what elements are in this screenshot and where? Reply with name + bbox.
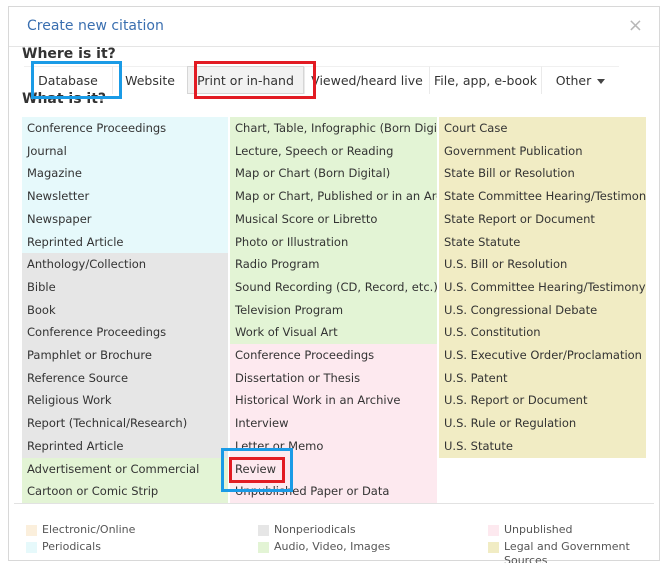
source-type-item[interactable]: Book	[22, 298, 228, 322]
source-type-item[interactable]: Photo or Illustration	[230, 230, 437, 254]
dialog-header: Create new citation ×	[9, 7, 659, 47]
source-type-item[interactable]: Television Program	[230, 298, 437, 322]
source-type-item[interactable]: U.S. Congressional Debate	[439, 298, 646, 322]
source-type-item[interactable]: Map or Chart (Born Digital)	[230, 162, 437, 186]
source-type-item[interactable]: Magazine	[22, 162, 228, 186]
legend-label: Periodicals	[42, 540, 101, 553]
tab-website[interactable]: Website	[112, 66, 187, 94]
tab-other-label: Other	[555, 73, 592, 88]
source-type-item[interactable]: Journal	[22, 139, 228, 163]
source-type-item[interactable]: State Statute	[439, 230, 646, 254]
legend-item: Unpublished	[488, 523, 573, 537]
dialog-title: Create new citation	[27, 18, 164, 34]
source-type-item[interactable]: U.S. Report or Document	[439, 389, 646, 413]
legend-swatch	[26, 525, 37, 536]
legend-item: Legal and Government Sources	[488, 540, 654, 563]
source-type-item[interactable]: Anthology/Collection	[22, 253, 228, 277]
source-type-item[interactable]: Advertisement or Commercial	[22, 457, 228, 481]
tab-other[interactable]: Other	[541, 66, 619, 94]
source-type-item[interactable]: Religious Work	[22, 389, 228, 413]
source-type-item[interactable]: U.S. Executive Order/Proclamation	[439, 344, 646, 367]
source-type-item[interactable]: Radio Program	[230, 253, 437, 277]
tab-database[interactable]: Database	[24, 66, 112, 94]
source-type-item[interactable]: Conference Proceedings	[22, 117, 228, 140]
source-type-item[interactable]: Lecture, Speech or Reading	[230, 139, 437, 163]
legend-swatch	[26, 542, 37, 553]
tab-file-app-ebook[interactable]: File, app, e-book	[429, 66, 541, 94]
legend-label: Unpublished	[504, 523, 573, 536]
source-type-item[interactable]: Reference Source	[22, 366, 228, 390]
source-type-item[interactable]: Bible	[22, 275, 228, 299]
source-type-item[interactable]: Sound Recording (CD, Record, etc.)	[230, 275, 437, 299]
source-type-item[interactable]: Letter or Memo	[230, 434, 437, 458]
source-type-item[interactable]: U.S. Patent	[439, 366, 646, 390]
source-type-item[interactable]: Chart, Table, Infographic (Born Digital)	[230, 117, 437, 140]
legend-swatch	[488, 542, 499, 553]
source-type-item[interactable]: U.S. Constitution	[439, 321, 646, 345]
close-icon[interactable]: ×	[628, 15, 643, 36]
source-type-item[interactable]: Work of Visual Art	[230, 321, 437, 345]
tab-viewed-heard-live[interactable]: Viewed/heard live	[304, 66, 429, 94]
source-type-item[interactable]: Report (Technical/Research)	[22, 412, 228, 436]
source-type-item[interactable]: Dissertation or Thesis	[230, 366, 437, 390]
source-type-item[interactable]: Conference Proceedings	[230, 344, 437, 367]
source-location-tabs: Database Website Print or in-hand Viewed…	[24, 66, 619, 94]
legend-item: Audio, Video, Images	[258, 540, 390, 554]
category-legend: Electronic/Online Nonperiodicals Unpublish…	[14, 503, 654, 563]
legend-swatch	[488, 525, 499, 536]
source-type-item[interactable]: Conference Proceedings	[22, 321, 228, 345]
source-type-item[interactable]: U.S. Bill or Resolution	[439, 253, 646, 277]
legend-item: Nonperiodicals	[258, 523, 356, 537]
source-type-item[interactable]: Cartoon or Comic Strip	[22, 480, 228, 504]
source-type-item[interactable]: Reprinted Article	[22, 230, 228, 254]
legend-item: Periodicals	[26, 540, 101, 554]
source-type-item[interactable]: Map or Chart, Published or in an Archive	[230, 185, 437, 209]
source-type-item[interactable]: Historical Work in an Archive	[230, 389, 437, 413]
source-type-item[interactable]: Court Case	[439, 117, 646, 140]
source-type-item[interactable]: Newsletter	[22, 185, 228, 209]
caret-down-icon	[597, 79, 606, 84]
where-label: Where is it?	[22, 46, 116, 62]
source-type-item[interactable]: U.S. Statute	[439, 434, 646, 458]
source-type-item[interactable]: Government Publication	[439, 139, 646, 163]
source-type-item[interactable]: Review	[230, 457, 437, 481]
source-type-item[interactable]: State Committee Hearing/Testimony	[439, 185, 646, 209]
legend-swatch	[258, 525, 269, 536]
source-type-item[interactable]: Newspaper	[22, 207, 228, 231]
source-type-item[interactable]: Pamphlet or Brochure	[22, 344, 228, 367]
what-label: What is it?	[22, 91, 107, 107]
source-type-item[interactable]: Reprinted Article	[22, 434, 228, 458]
source-type-item[interactable]: State Report or Document	[439, 207, 646, 231]
legend-label: Audio, Video, Images	[274, 540, 391, 553]
legend-label: Nonperiodicals	[274, 523, 356, 536]
source-type-item[interactable]: Musical Score or Libretto	[230, 207, 437, 231]
tab-print-or-in-hand[interactable]: Print or in-hand	[187, 66, 304, 94]
source-type-item[interactable]: U.S. Committee Hearing/Testimony	[439, 275, 646, 299]
source-type-item[interactable]: Interview	[230, 412, 437, 436]
legend-label: Electronic/Online	[42, 523, 136, 536]
legend-swatch	[258, 542, 269, 553]
source-type-item[interactable]: State Bill or Resolution	[439, 162, 646, 186]
legend-item: Electronic/Online	[26, 523, 135, 537]
source-type-item[interactable]: Unpublished Paper or Data	[230, 480, 437, 504]
source-type-item[interactable]: U.S. Rule or Regulation	[439, 412, 646, 436]
